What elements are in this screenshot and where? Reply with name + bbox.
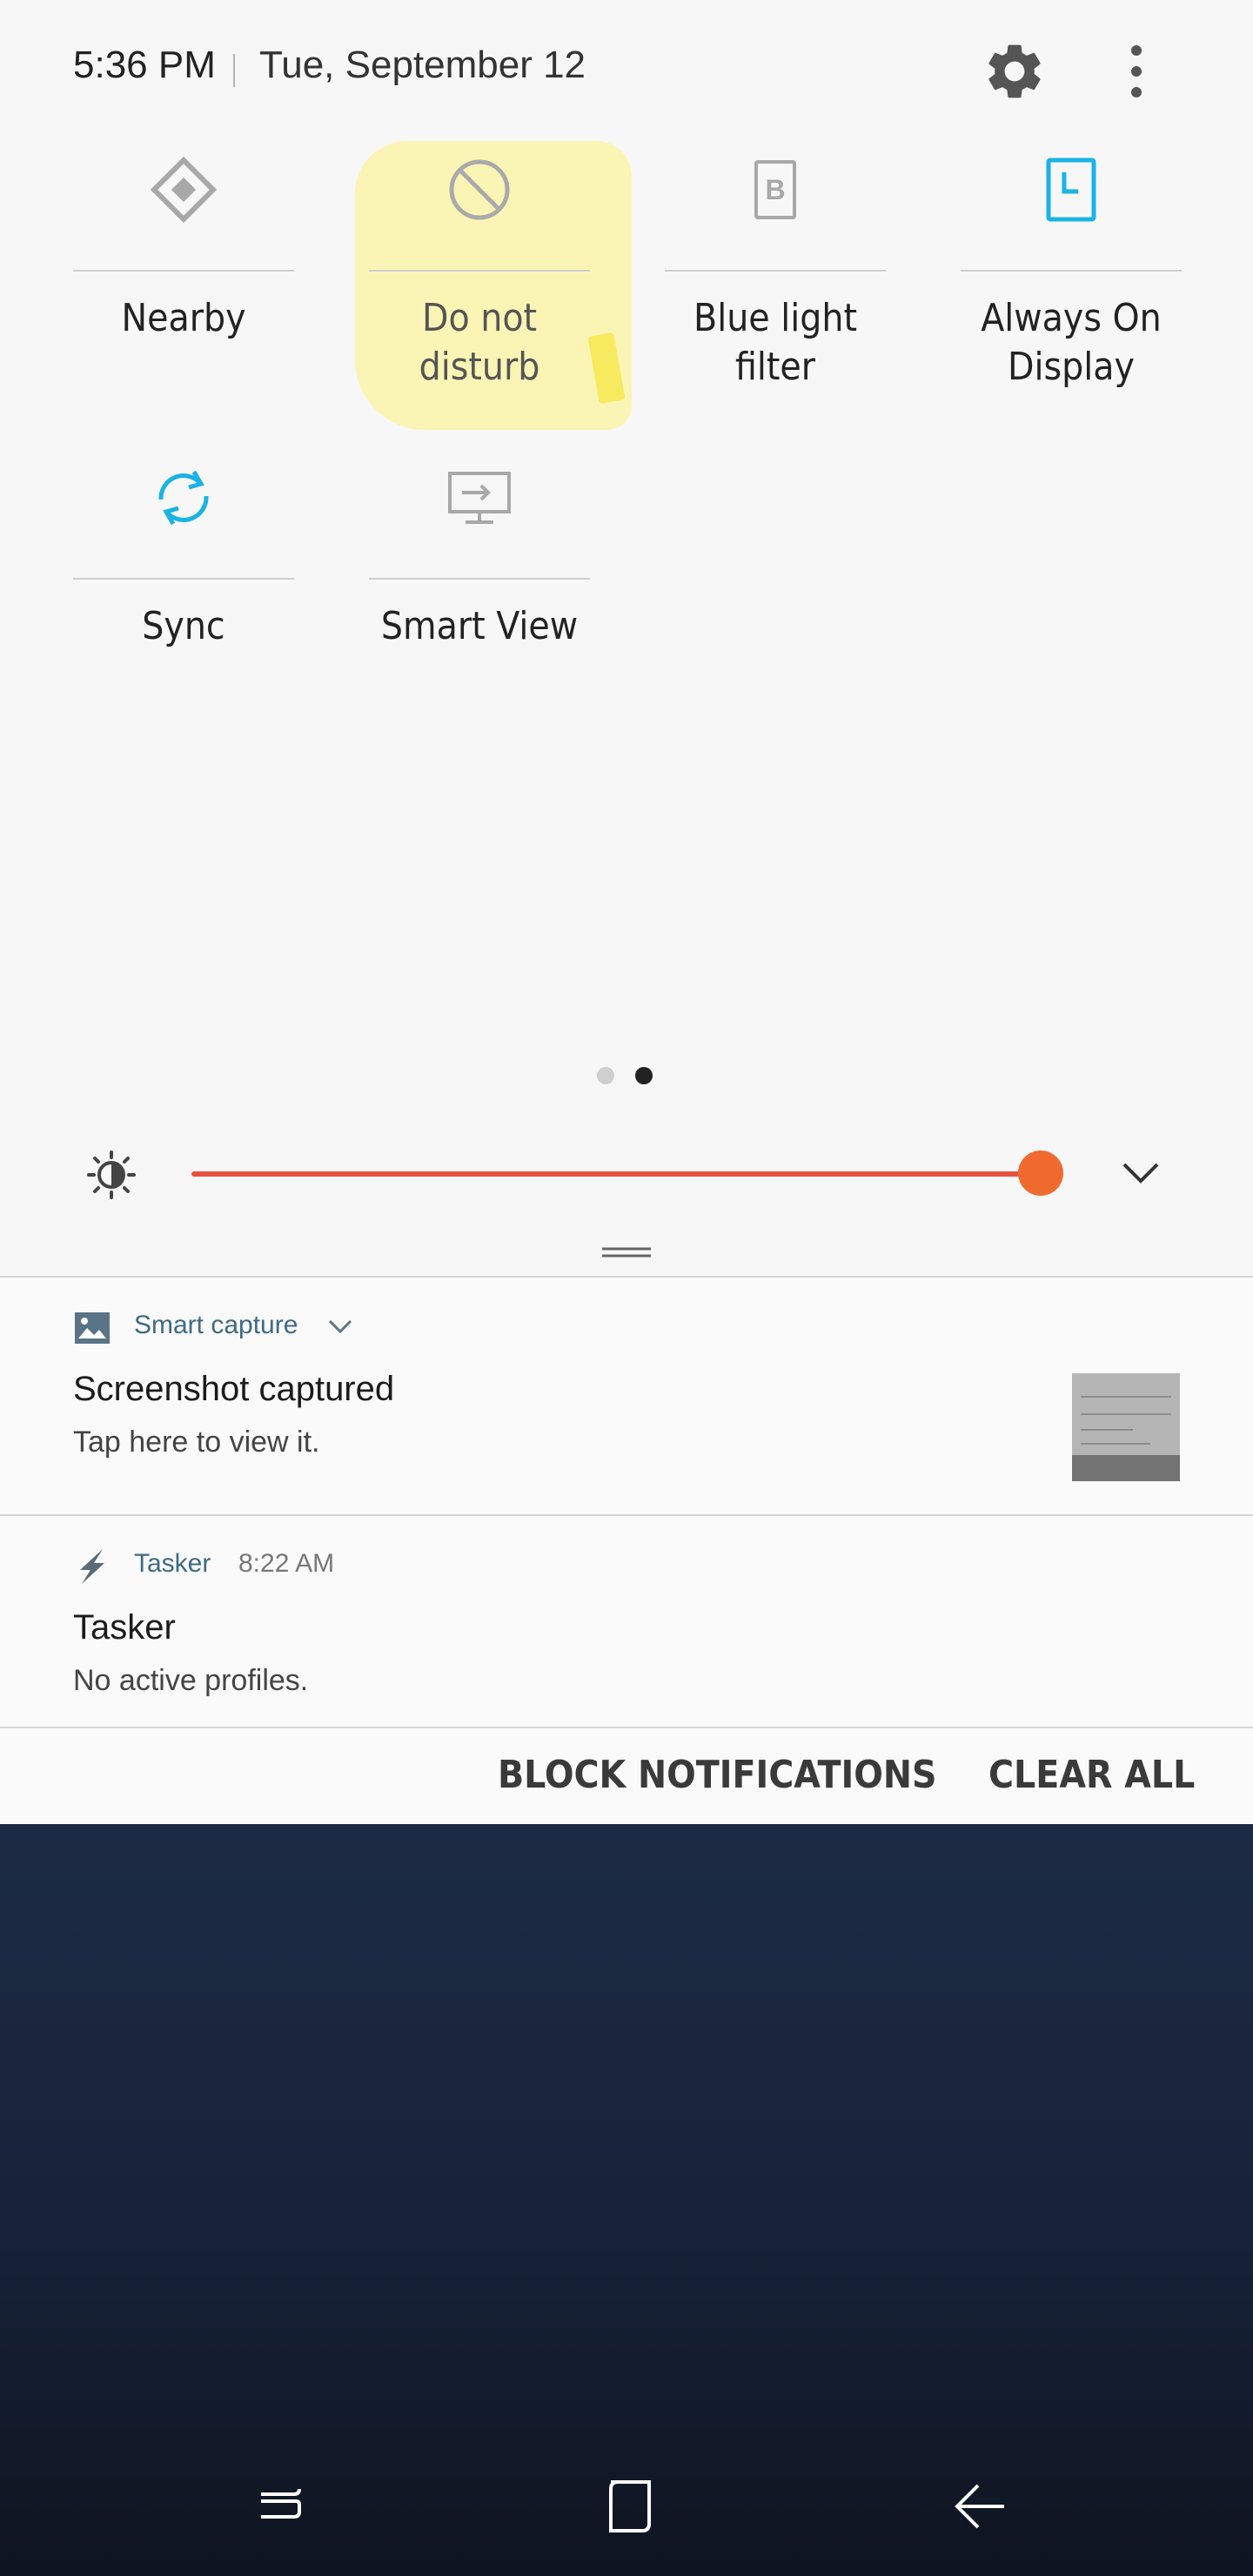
notification-body: Tap here to view it. [73, 1426, 320, 1459]
brightness-slider[interactable] [191, 1171, 1041, 1177]
tile-divider [665, 270, 886, 272]
tile-do-not-disturb[interactable]: Do not disturb [369, 146, 590, 433]
blue-light-filter-icon: B [732, 146, 819, 233]
tile-label: Do not disturb [419, 296, 540, 389]
svg-text:B: B [765, 174, 785, 205]
tile-label: Blue light filter [694, 296, 857, 389]
notification-actions: BLOCK NOTIFICATIONS CLEAR ALL [0, 1730, 1253, 1826]
tasker-bolt-icon [73, 1547, 111, 1586]
tile-always-on-display[interactable]: Always On Display [961, 146, 1182, 433]
notification-list: Smart capture Screenshot captured Tap he… [0, 1276, 1253, 1824]
tile-sync[interactable]: Sync [73, 454, 294, 741]
chevron-down-icon[interactable] [327, 1318, 353, 1337]
navigation-bar [0, 2437, 1253, 2576]
do-not-disturb-icon [436, 146, 523, 233]
clear-all-button[interactable]: CLEAR ALL [988, 1753, 1195, 1797]
notification-panel: 5:36 PM Tue, September 12 Nearby Do not … [0, 0, 1253, 1824]
status-header: 5:36 PM Tue, September 12 [0, 0, 1253, 139]
notification-smart-capture[interactable]: Smart capture Screenshot captured Tap he… [0, 1278, 1253, 1516]
chevron-down-icon[interactable] [1119, 1154, 1163, 1192]
back-icon[interactable] [945, 2472, 1015, 2541]
smart-view-icon [436, 454, 523, 541]
brightness-icon[interactable] [85, 1149, 137, 1201]
clock[interactable]: 5:36 PM [73, 44, 216, 87]
tile-divider [961, 270, 1182, 272]
tile-label: Always On Display [981, 296, 1162, 389]
screenshot-thumbnail[interactable] [1072, 1373, 1180, 1481]
tile-nearby[interactable]: Nearby [73, 146, 294, 433]
tile-label: Sync [142, 604, 225, 648]
tile-smart-view[interactable]: Smart View [369, 454, 590, 741]
image-icon [73, 1309, 111, 1347]
drag-handle[interactable] [600, 1246, 653, 1258]
tile-divider [369, 270, 590, 272]
nearby-icon [140, 146, 227, 233]
page-dot [597, 1067, 614, 1084]
notification-title: Tasker [73, 1608, 176, 1647]
more-vertical-icon[interactable] [1110, 38, 1163, 104]
sync-icon [140, 454, 227, 541]
page-dot-active [635, 1067, 653, 1084]
brightness-slider-thumb[interactable] [1018, 1150, 1063, 1196]
divider [233, 54, 235, 87]
notification-app-name: Smart capture [134, 1311, 298, 1339]
home-icon[interactable] [595, 2472, 665, 2541]
notification-body: No active profiles. [73, 1664, 309, 1697]
tile-blue-light-filter[interactable]: B Blue light filter [665, 146, 886, 433]
recents-icon[interactable] [247, 2472, 317, 2541]
notification-time: 8:22 AM [238, 1549, 335, 1578]
tile-divider [73, 578, 294, 580]
notification-tasker[interactable]: Tasker 8:22 AM Tasker No active profiles… [0, 1516, 1253, 1728]
tile-label: Nearby [121, 296, 246, 340]
notification-app-name: Tasker [134, 1549, 211, 1578]
notification-title: Screenshot captured [73, 1370, 395, 1408]
gear-icon[interactable] [982, 38, 1048, 104]
tile-divider [369, 578, 590, 580]
always-on-display-icon [1028, 146, 1115, 233]
date[interactable]: Tue, September 12 [259, 44, 586, 87]
block-notifications-button[interactable]: BLOCK NOTIFICATIONS [498, 1753, 937, 1797]
tile-divider [73, 270, 294, 272]
tile-label: Smart View [380, 604, 579, 648]
page-indicator[interactable] [597, 1067, 667, 1088]
